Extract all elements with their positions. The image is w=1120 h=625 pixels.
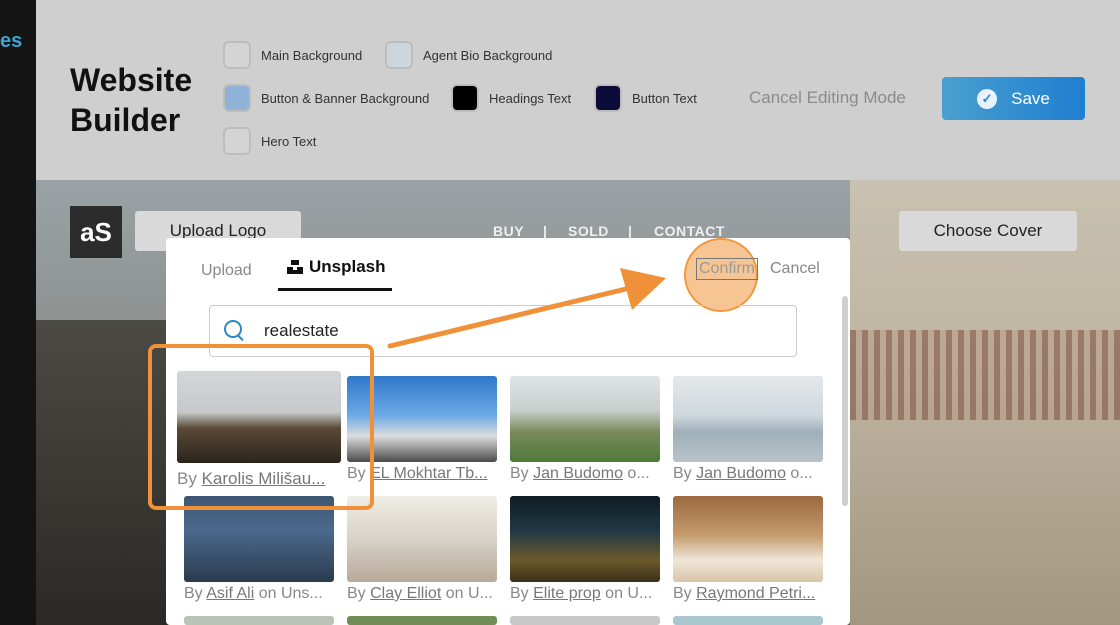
author-link[interactable]: Clay Elliot	[370, 585, 441, 602]
image-credit: By Jan Budomo o...	[673, 465, 813, 482]
author-link[interactable]: EL Mokhtar Tb...	[370, 465, 487, 482]
tab-unsplash-label: Unsplash	[309, 257, 386, 276]
nav-separator: |	[628, 223, 633, 239]
image-credit: By Elite prop on U...	[510, 585, 653, 602]
sidebar-fragment-text: es	[0, 30, 23, 52]
image-credit: By Clay Elliot on U...	[347, 585, 493, 602]
active-tab-indicator	[278, 288, 392, 291]
nav-contact[interactable]: CONTACT	[654, 223, 725, 239]
color-swatch[interactable]	[223, 84, 251, 112]
color-option-label: Headings Text	[489, 90, 572, 106]
author-link[interactable]: Jan Budomo	[696, 465, 786, 482]
photo-of-home-theater[interactable]	[510, 496, 660, 582]
save-label: Save	[1011, 88, 1050, 108]
photo-thumbnail-partial[interactable]	[510, 616, 660, 625]
nav-separator: |	[543, 223, 548, 239]
image-credit: By Asif Ali on Uns...	[184, 585, 323, 602]
author-link[interactable]: Jan Budomo	[533, 465, 623, 482]
save-button[interactable]: ✓ Save	[942, 77, 1085, 120]
cancel-editing-mode-button[interactable]: Cancel Editing Mode	[749, 88, 906, 108]
unsplash-logo-icon	[287, 260, 303, 274]
color-option-button-banner-background[interactable]: Button & Banner Background	[223, 84, 429, 112]
color-swatch[interactable]	[223, 127, 251, 155]
author-link[interactable]: Raymond Petri...	[696, 585, 815, 602]
image-credit: By Jan Budomo o...	[510, 465, 650, 482]
site-logo: aS	[70, 206, 122, 258]
nav-sold[interactable]: SOLD	[568, 223, 609, 239]
color-option-hero-text[interactable]: Hero Text	[223, 127, 316, 155]
modal-scrollbar[interactable]	[842, 296, 848, 506]
tab-upload[interactable]: Upload	[201, 262, 252, 280]
title-line-1: Website	[70, 62, 193, 98]
selection-highlight-box	[148, 344, 374, 510]
confirm-button[interactable]: Confirm	[696, 258, 758, 280]
image-credit: By Raymond Petri...	[673, 585, 816, 602]
color-option-headings-text[interactable]: Headings Text	[451, 84, 571, 112]
photo-of-park[interactable]	[510, 376, 660, 462]
check-circle-icon: ✓	[977, 88, 998, 109]
color-swatch[interactable]	[451, 84, 479, 112]
color-swatch[interactable]	[385, 41, 413, 69]
page-title: Website Builder	[70, 60, 192, 140]
nav-buy[interactable]: BUY	[493, 223, 524, 239]
choose-cover-button[interactable]: Choose Cover	[899, 211, 1077, 251]
color-option-button-text[interactable]: Button Text	[594, 84, 697, 112]
color-option-main-background[interactable]: Main Background	[223, 41, 362, 69]
color-swatch[interactable]	[594, 84, 622, 112]
color-swatch[interactable]	[223, 41, 251, 69]
color-option-label: Hero Text	[261, 133, 317, 149]
color-option-label: Button Text	[632, 90, 697, 106]
title-line-2: Builder	[70, 102, 181, 138]
search-icon	[224, 320, 246, 342]
photo-thumbnail-partial[interactable]	[347, 616, 497, 625]
tab-unsplash[interactable]: Unsplash	[287, 257, 386, 277]
color-option-label: Button & Banner Background	[261, 90, 430, 106]
photo-of-lake-tower[interactable]	[673, 376, 823, 462]
color-option-label: Main Background	[261, 47, 363, 63]
cancel-button[interactable]: Cancel	[770, 260, 820, 278]
logo-text: aS	[80, 216, 112, 247]
photo-of-plant-vase[interactable]	[673, 496, 823, 582]
sidebar-edge: es	[0, 0, 36, 625]
hero-balcony	[850, 330, 1120, 420]
photo-thumbnail-partial[interactable]	[673, 616, 823, 625]
photo-thumbnail-partial[interactable]	[184, 616, 334, 625]
author-link[interactable]: Elite prop	[533, 585, 601, 602]
color-option-agent-bio-background[interactable]: Agent Bio Background	[385, 41, 552, 69]
color-option-label: Agent Bio Background	[423, 47, 553, 63]
author-link[interactable]: Asif Ali	[206, 585, 254, 602]
annotation-arrow	[387, 268, 666, 349]
